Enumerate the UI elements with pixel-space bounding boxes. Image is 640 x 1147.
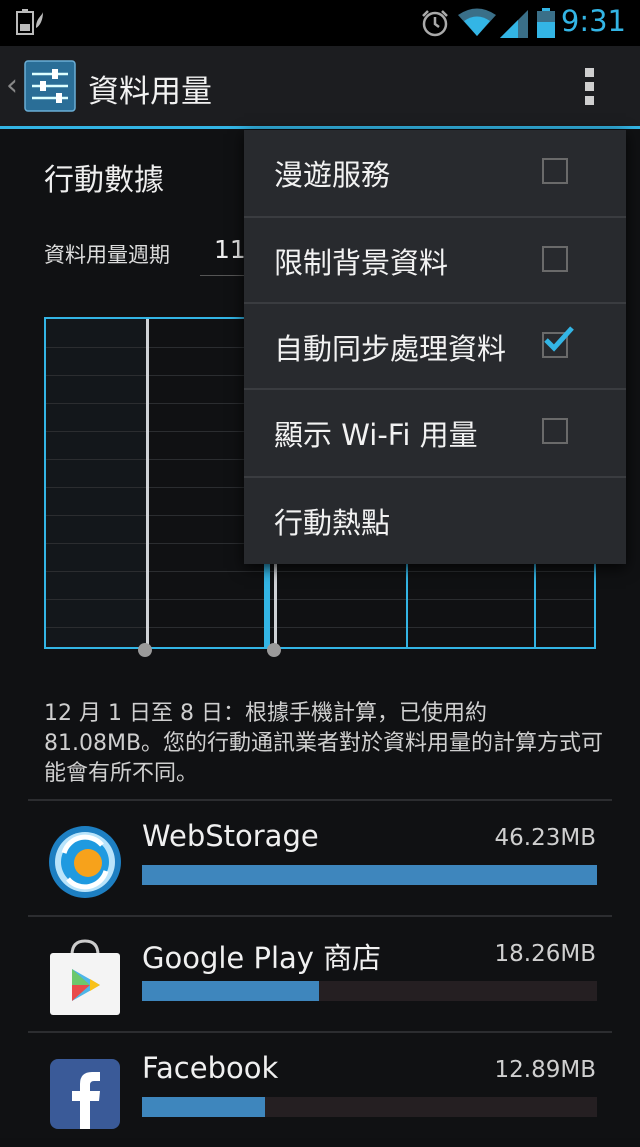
menu-item-roaming[interactable]: 漫遊服務: [244, 130, 626, 216]
menu-item-auto-sync[interactable]: 自動同步處理資料: [244, 304, 626, 390]
overflow-menu-icon[interactable]: [585, 68, 595, 110]
alarm-icon: [422, 10, 448, 37]
back-chevron-icon[interactable]: ‹: [6, 68, 18, 103]
chart-gridline: [46, 571, 594, 572]
signal-icon: [500, 10, 528, 38]
menu-item-label: 行動熱點: [274, 506, 391, 540]
settings-icon[interactable]: [24, 60, 76, 112]
app-name: WebStorage: [142, 819, 319, 853]
restrict-background-checkbox[interactable]: [542, 246, 568, 272]
app-row-facebook[interactable]: Facebook 12.89MB: [0, 1033, 640, 1147]
battery-saver-icon: [16, 9, 43, 35]
menu-item-label: 顯示 Wi-Fi 用量: [274, 418, 478, 452]
app-usage-size: 46.23MB: [494, 825, 596, 851]
app-name: Google Play 商店: [142, 941, 382, 975]
webstorage-icon: [49, 826, 121, 898]
mobile-data-label: 行動數據: [44, 163, 164, 198]
menu-item-show-wifi[interactable]: 顯示 Wi-Fi 用量: [244, 390, 626, 476]
cycle-end-handle[interactable]: [267, 643, 281, 657]
cycle-start-handle[interactable]: [138, 643, 152, 657]
menu-item-label: 漫遊服務: [274, 158, 391, 192]
status-bar: 9:31: [0, 0, 640, 46]
status-time: 9:31: [560, 4, 626, 38]
roaming-checkbox[interactable]: [542, 158, 568, 184]
show-wifi-checkbox[interactable]: [542, 418, 568, 444]
battery-icon: [537, 8, 555, 38]
app-usage-size: 12.89MB: [494, 1057, 596, 1083]
page-title: 資料用量: [88, 74, 212, 110]
menu-item-restrict-background[interactable]: 限制背景資料: [244, 218, 626, 304]
menu-item-hotspot[interactable]: 行動熱點: [244, 478, 626, 564]
app-usage-bar-fill: [142, 1097, 265, 1117]
chart-gridline: [46, 599, 594, 600]
menu-item-label: 自動同步處理資料: [274, 332, 507, 366]
cycle-spinner[interactable]: 11: [214, 235, 246, 264]
menu-item-label: 限制背景資料: [274, 246, 449, 280]
app-usage-size: 18.26MB: [494, 941, 596, 967]
usage-summary: 12 月 1 日至 8 日：根據手機計算，已使用約 81.08MB。您的行動通訊…: [44, 701, 604, 786]
app-row-webstorage[interactable]: WebStorage 46.23MB: [0, 801, 640, 915]
app-row-google-play[interactable]: Google Play 商店 18.26MB: [0, 917, 640, 1031]
overflow-popup-menu: 漫遊服務 限制背景資料 自動同步處理資料 顯示 Wi-Fi 用量 行動熱點: [244, 130, 626, 564]
cycle-label: 資料用量週期: [44, 243, 170, 267]
auto-sync-checkbox[interactable]: [542, 326, 574, 358]
wifi-icon: [458, 8, 496, 36]
checkmark-icon: [544, 326, 574, 352]
app-usage-bar: [142, 981, 597, 1001]
facebook-icon: [50, 1059, 120, 1129]
chart-inactive-region: [46, 319, 146, 647]
chart-gridline: [46, 627, 594, 628]
cycle-start-handle-line[interactable]: [146, 319, 149, 647]
app-name: Facebook: [142, 1051, 279, 1085]
google-play-store-icon: [50, 939, 120, 1015]
app-usage-bar: [142, 1097, 597, 1117]
app-usage-bar-fill: [142, 981, 320, 1001]
action-bar: ‹ 資料用量: [0, 46, 640, 128]
app-usage-bar: [142, 865, 597, 885]
app-usage-bar-fill: [142, 865, 597, 885]
